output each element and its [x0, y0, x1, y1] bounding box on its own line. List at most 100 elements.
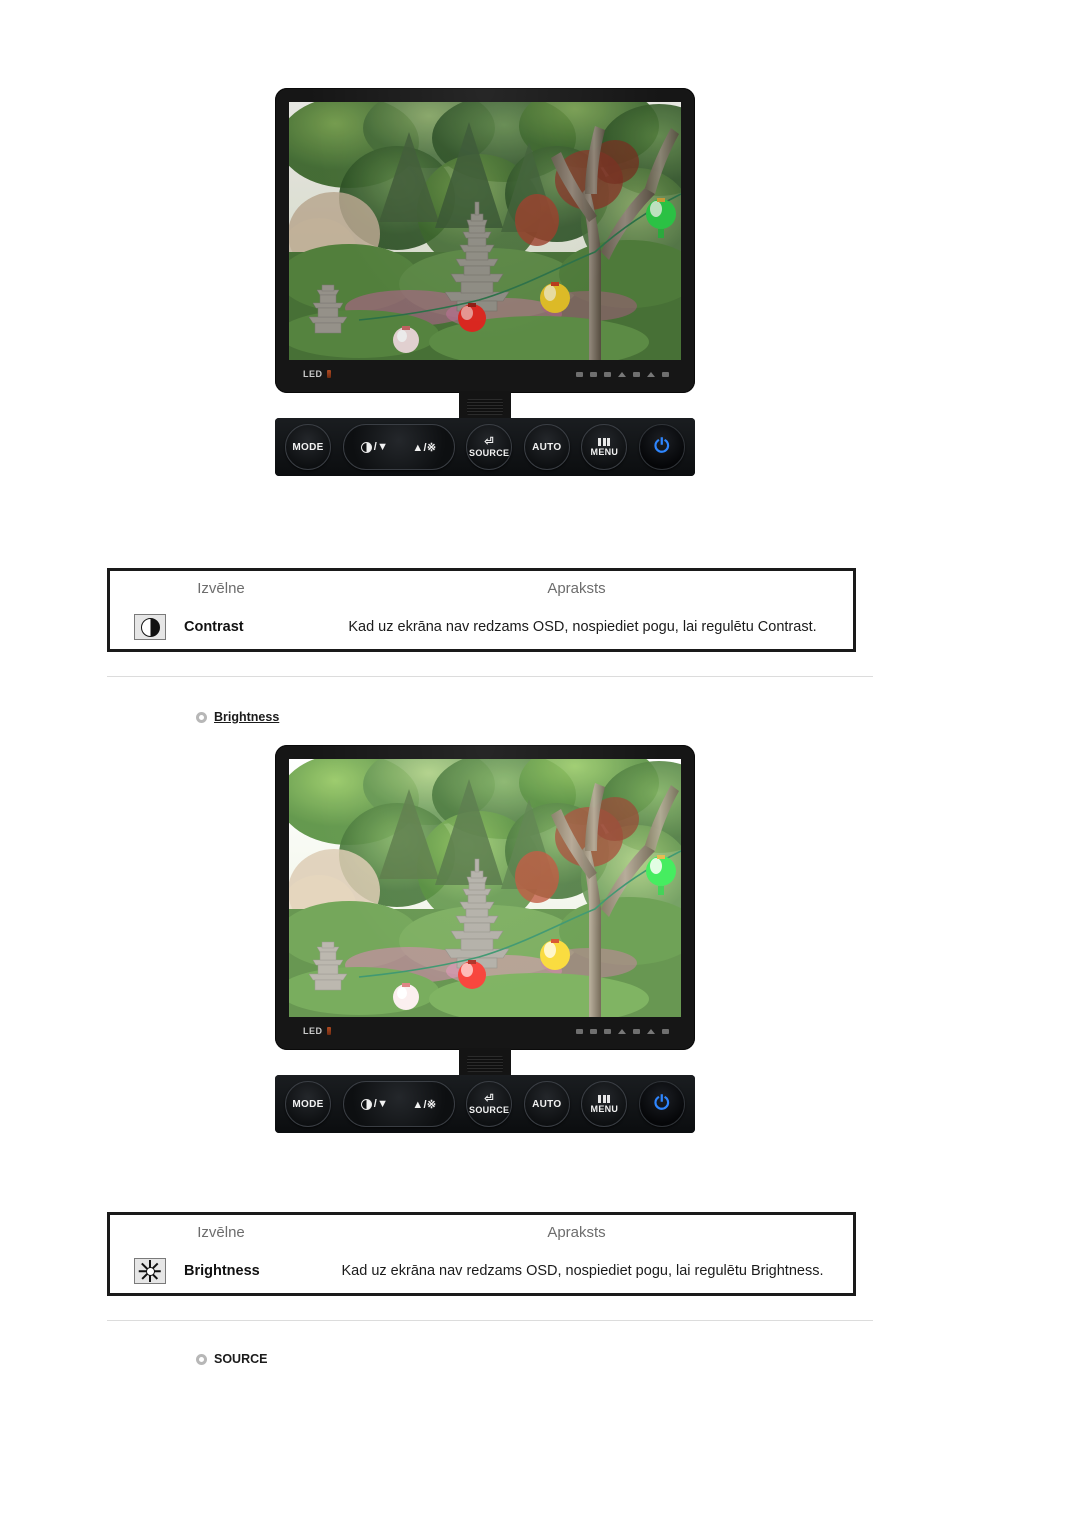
menu-button[interactable]: MENU: [581, 424, 628, 470]
garden-photo-bright: [289, 759, 681, 1017]
indicator-icon-4: [618, 371, 626, 377]
source-button[interactable]: ⏎ SOURCE: [466, 1081, 513, 1127]
contrast-brightness-rocker-button[interactable]: /▼ ▲/※: [342, 424, 455, 470]
indicator-icon-3: [604, 1028, 611, 1034]
source-button[interactable]: ⏎ SOURCE: [466, 424, 513, 470]
monitor-control-panel: MODE /▼ ▲/※ ⏎ SOURCE AUTO MENU ⏻: [275, 1075, 695, 1133]
brightness-up-side[interactable]: ▲/※: [412, 1098, 436, 1111]
led-label-text: LED: [303, 369, 323, 379]
monitor-screen-brightness: [289, 759, 681, 1017]
brightness-up-label: ▲/※: [412, 1098, 437, 1111]
brightness-up-side[interactable]: ▲/※: [412, 441, 436, 454]
enter-icon: ⏎: [484, 435, 494, 448]
table-row: Contrast Kad uz ekrāna nav redzams OSD, …: [110, 605, 853, 649]
contrast-icon: [134, 614, 166, 640]
menu-button-label: MENU: [590, 446, 619, 457]
source-button-label: SOURCE: [469, 447, 510, 458]
brightness-osd-icon-cell: [116, 1258, 184, 1284]
menu-button[interactable]: MENU: [581, 1081, 628, 1127]
indicator-icon-4: [618, 1028, 626, 1034]
monitor-illustration-contrast: LED MODE /▼ ▲/※ ⏎ SOURCE AUTO MENU ⏻: [275, 88, 695, 476]
led-label-text: LED: [303, 1026, 323, 1036]
indicator-icon-1: [576, 371, 583, 377]
bezel-indicator-icons: [576, 371, 669, 377]
monitor-stand-neck: [459, 1048, 511, 1078]
circle-bullet-icon: [196, 1353, 207, 1365]
led-dot-icon: [326, 1027, 331, 1035]
brightness-sun-icon: [139, 1260, 162, 1282]
brightness-icon: [134, 1258, 166, 1284]
led-indicator: LED: [303, 369, 331, 379]
indicator-icon-5: [633, 1028, 640, 1034]
column-header-menu: Izvēlne: [197, 1223, 245, 1241]
section-divider-1: [107, 676, 873, 677]
contrast-table: Izvēlne Apraksts Contrast Kad uz ekrāna …: [107, 568, 856, 652]
circle-bullet-icon: [196, 711, 207, 723]
indicator-icon-5: [633, 371, 640, 377]
brightness-heading: Brightness: [196, 710, 279, 724]
enter-icon: ⏎: [484, 1092, 494, 1105]
contrast-osd-icon-cell: [116, 614, 184, 640]
contrast-brightness-rocker-button[interactable]: /▼ ▲/※: [342, 1081, 455, 1127]
auto-button-label: AUTO: [532, 441, 562, 453]
source-button-label: SOURCE: [469, 1104, 510, 1115]
power-button[interactable]: ⏻: [638, 1081, 685, 1127]
mode-button-label: MODE: [292, 441, 324, 453]
brightness-row-name: Brightness: [184, 1263, 260, 1279]
column-header-menu: Izvēlne: [197, 579, 245, 597]
power-icon: ⏻: [654, 436, 670, 457]
menu-bars-icon: [598, 1094, 611, 1103]
indicator-icon-7: [662, 371, 669, 377]
contrast-icon: [360, 1098, 372, 1110]
brightness-row-description: Kad uz ekrāna nav redzams OSD, nospiedie…: [341, 1263, 824, 1279]
contrast-row-name: Contrast: [184, 619, 244, 635]
indicator-icon-7: [662, 1028, 669, 1034]
brightness-table: Izvēlne Apraksts Brightness Kad uz ekrān…: [107, 1212, 856, 1296]
column-header-description: Apraksts: [547, 1223, 606, 1241]
contrast-down-side[interactable]: /▼: [360, 1098, 389, 1110]
indicator-icon-1: [576, 1028, 583, 1034]
indicator-icon-6: [647, 1028, 655, 1034]
monitor-control-panel: MODE /▼ ▲/※ ⏎ SOURCE AUTO MENU ⏻: [275, 418, 695, 476]
led-dot-icon: [326, 370, 331, 378]
contrast-table-header-row: Izvēlne Apraksts: [110, 571, 853, 605]
led-indicator: LED: [303, 1026, 331, 1036]
menu-button-label: MENU: [590, 1103, 619, 1114]
contrast-row-description: Kad uz ekrāna nav redzams OSD, nospiedie…: [348, 619, 817, 635]
brightness-heading-label: Brightness: [214, 710, 280, 724]
contrast-icon: [360, 441, 372, 453]
auto-button[interactable]: AUTO: [523, 424, 570, 470]
indicator-icon-2: [590, 371, 597, 377]
contrast-down-label: /▼: [373, 1098, 389, 1110]
auto-button[interactable]: AUTO: [523, 1081, 570, 1127]
power-icon: ⏻: [654, 1093, 670, 1114]
column-header-description: Apraksts: [547, 579, 606, 597]
mode-button-label: MODE: [292, 1098, 324, 1110]
power-button[interactable]: ⏻: [638, 424, 685, 470]
monitor-shell: LED: [275, 88, 695, 393]
monitor-stand-neck: [459, 391, 511, 421]
monitor-bezel-bottom: LED: [289, 1017, 681, 1045]
monitor-screen-contrast: [289, 102, 681, 360]
contrast-half-circle-icon: [140, 617, 160, 637]
auto-button-label: AUTO: [532, 1098, 562, 1110]
mode-button[interactable]: MODE: [285, 1081, 331, 1127]
section-divider-2: [107, 1320, 873, 1321]
source-heading-label: SOURCE: [214, 1352, 268, 1366]
indicator-icon-6: [647, 371, 655, 377]
indicator-icon-2: [590, 1028, 597, 1034]
brightness-up-label: ▲/※: [412, 441, 437, 454]
garden-photo: [289, 102, 681, 360]
contrast-down-label: /▼: [373, 441, 389, 453]
contrast-down-side[interactable]: /▼: [360, 441, 389, 453]
table-row: Brightness Kad uz ekrāna nav redzams OSD…: [110, 1249, 853, 1293]
monitor-illustration-brightness: LED MODE /▼ ▲/※ ⏎ SOURCE AUTO MENU ⏻: [275, 745, 695, 1133]
monitor-shell: LED: [275, 745, 695, 1050]
mode-button[interactable]: MODE: [285, 424, 331, 470]
indicator-icon-3: [604, 371, 611, 377]
source-heading: SOURCE: [196, 1352, 267, 1366]
monitor-bezel-bottom: LED: [289, 360, 681, 388]
brightness-table-header-row: Izvēlne Apraksts: [110, 1215, 853, 1249]
menu-bars-icon: [598, 437, 611, 446]
bezel-indicator-icons: [576, 1028, 669, 1034]
